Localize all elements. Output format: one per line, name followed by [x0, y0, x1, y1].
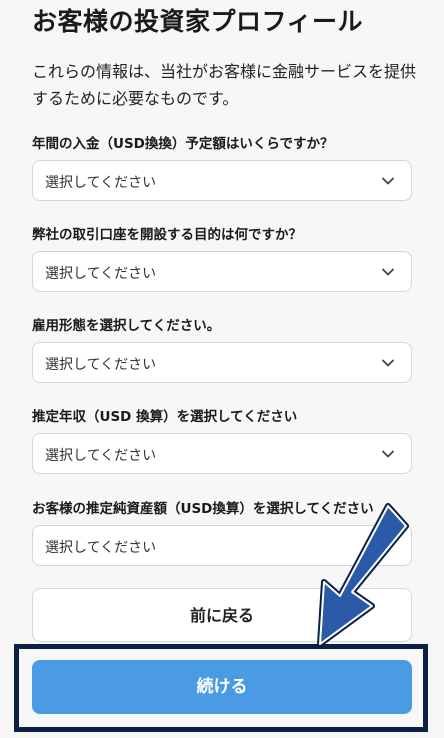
question-label-net-worth: お客様の推定純資産額（USD換算）を選択してください [32, 501, 374, 517]
account-purpose-select[interactable]: 選択してください [32, 251, 412, 292]
question-label-annual-deposit: 年間の入金（USD換換）予定額はいくらですか？ [32, 136, 334, 152]
continue-button[interactable]: 続ける [32, 660, 412, 714]
page-title: お客様の投資家プロフィール [32, 7, 364, 36]
annual-income-select[interactable]: 選択してください [32, 433, 412, 474]
question-label-annual-income: 推定年収（USD 換算）を選択してください [32, 409, 298, 425]
select-value: 選択してください [45, 266, 157, 282]
select-value: 選択してください [45, 357, 157, 373]
annual-deposit-select[interactable]: 選択してください [32, 160, 412, 201]
page-description: これらの情報は、当社がお客様に金融サービスを提供するために必要なものです。 [32, 62, 417, 108]
investor-profile-page: お客様の投資家プロフィール これらの情報は、当社がお客様に金融サービスを提供する… [0, 0, 444, 738]
select-value: 選択してください [45, 175, 157, 191]
select-value: 選択してください [45, 540, 157, 556]
chevron-down-icon [382, 542, 394, 550]
chevron-down-icon [382, 359, 394, 367]
chevron-down-icon [382, 268, 394, 276]
select-value: 選択してください [45, 448, 157, 464]
back-button[interactable]: 前に戻る [32, 588, 412, 642]
chevron-down-icon [382, 177, 394, 185]
question-label-employment: 雇用形態を選択してください。 [32, 318, 221, 334]
question-label-account-purpose: 弊社の取引口座を開設する目的は何ですか？ [32, 227, 302, 243]
net-worth-select[interactable]: 選択してください [32, 525, 412, 566]
employment-status-select[interactable]: 選択してください [32, 342, 412, 383]
chevron-down-icon [382, 450, 394, 458]
